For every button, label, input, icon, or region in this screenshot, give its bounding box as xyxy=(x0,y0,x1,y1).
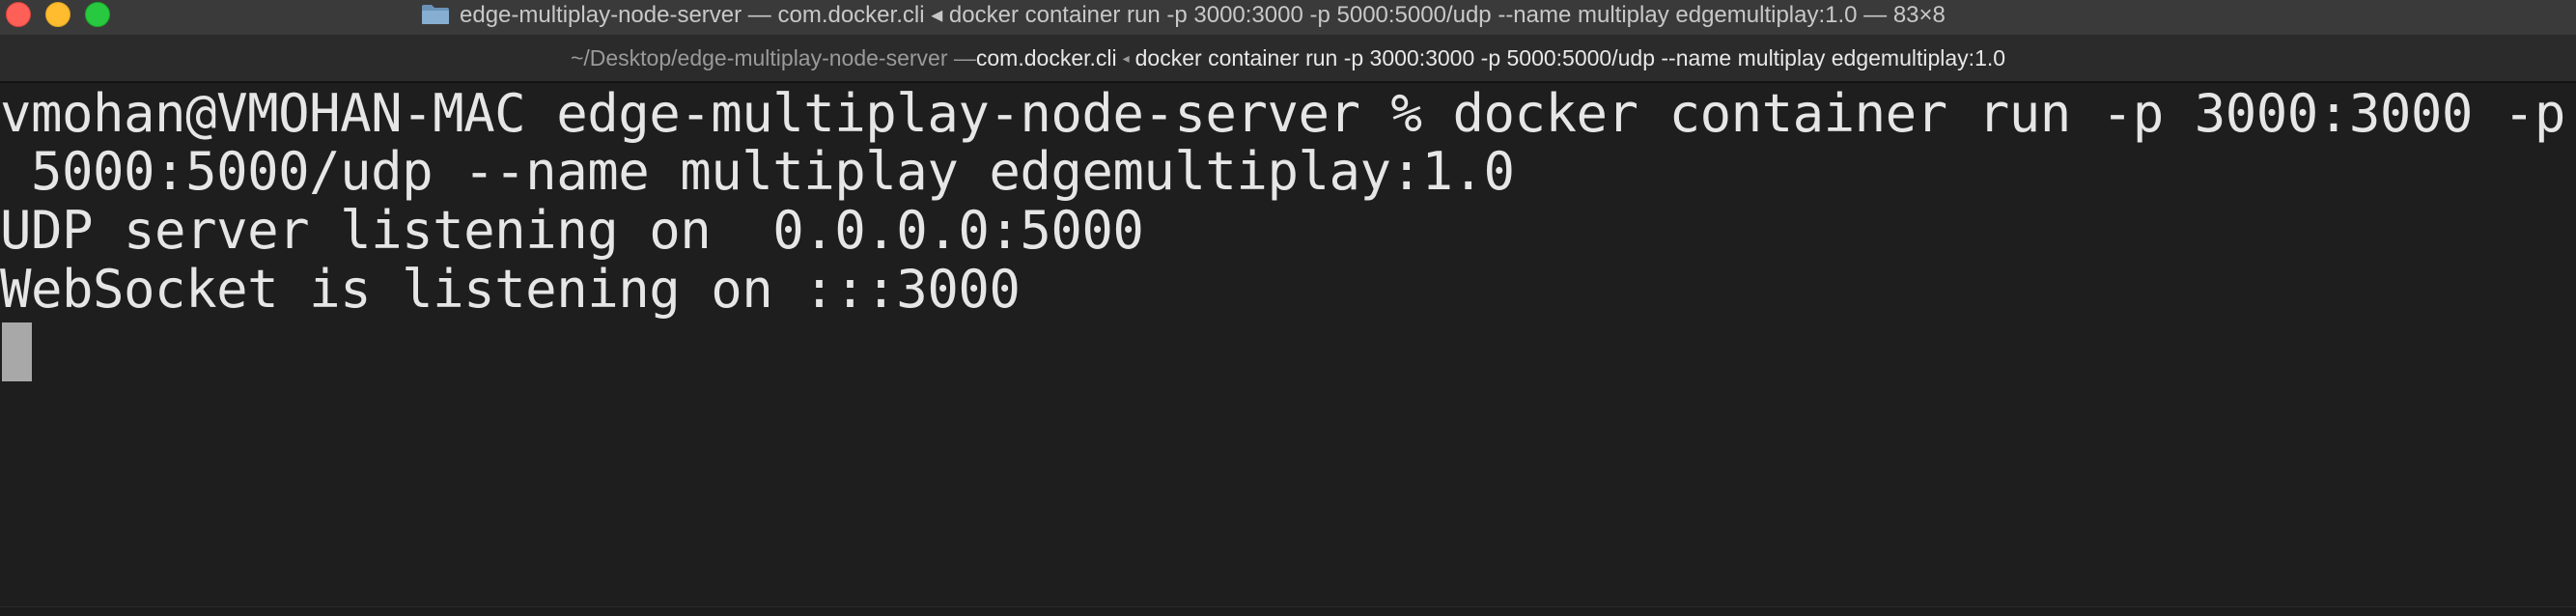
window-title: edge-multiplay-node-server — com.docker.… xyxy=(460,1,1946,28)
window-bottom-edge xyxy=(0,606,2576,616)
text-cursor xyxy=(2,322,32,381)
terminal-line: 5000:5000/udp --name multiplay edgemulti… xyxy=(0,141,1515,202)
maximize-button[interactable] xyxy=(85,2,110,27)
tab-process: com.docker.cli xyxy=(975,44,1117,70)
terminal-output[interactable]: vmohan@VMOHAN-MAC edge-multiplay-node-se… xyxy=(0,85,2576,606)
folder-icon xyxy=(421,4,450,25)
terminal-line: vmohan@VMOHAN-MAC edge-multiplay-node-se… xyxy=(0,85,2565,144)
tab-command: docker container run -p 3000:3000 -p 500… xyxy=(1134,44,2006,70)
title-bar[interactable]: edge-multiplay-node-server — com.docker.… xyxy=(0,0,2576,35)
window-title-wrap: edge-multiplay-node-server — com.docker.… xyxy=(421,0,1946,29)
terminal-line: UDP server listening on 0.0.0.0:5000 xyxy=(0,200,1144,261)
tab-arrow-icon: ◂ xyxy=(1122,49,1130,66)
close-button[interactable] xyxy=(6,2,31,27)
minimize-button[interactable] xyxy=(45,2,70,27)
tab-path: ~/Desktop/edge-multiplay-node-server — xyxy=(570,44,976,70)
tab-bar: ~/Desktop/edge-multiplay-node-server — c… xyxy=(0,35,2576,83)
terminal-window: edge-multiplay-node-server — com.docker.… xyxy=(0,0,2576,616)
tab-active[interactable]: ~/Desktop/edge-multiplay-node-server — c… xyxy=(0,35,2576,81)
terminal-line: WebSocket is listening on :::3000 xyxy=(0,259,1021,320)
scrollbar[interactable] xyxy=(2570,85,2576,606)
